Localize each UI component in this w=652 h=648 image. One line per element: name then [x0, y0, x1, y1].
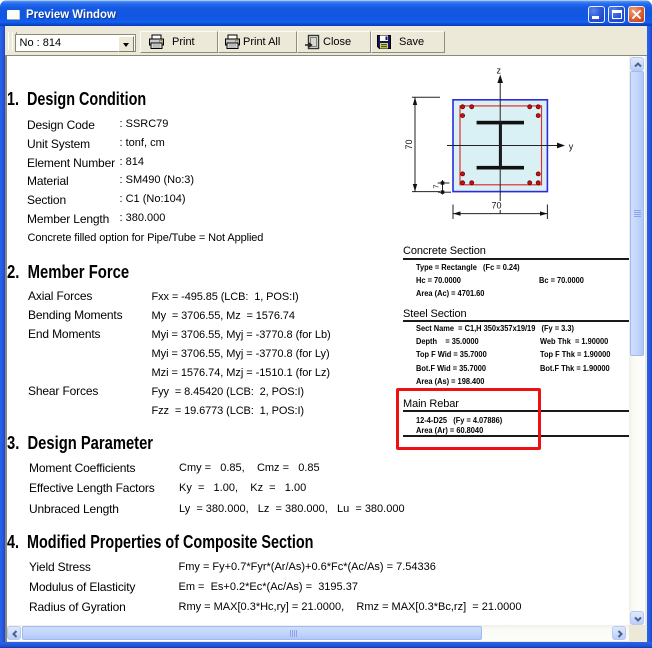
svg-text:z: z — [496, 66, 501, 76]
svg-text:70: 70 — [491, 201, 501, 211]
svg-text:y: y — [569, 142, 574, 152]
svg-text:7: 7 — [431, 185, 440, 189]
svg-text:70: 70 — [404, 139, 414, 149]
